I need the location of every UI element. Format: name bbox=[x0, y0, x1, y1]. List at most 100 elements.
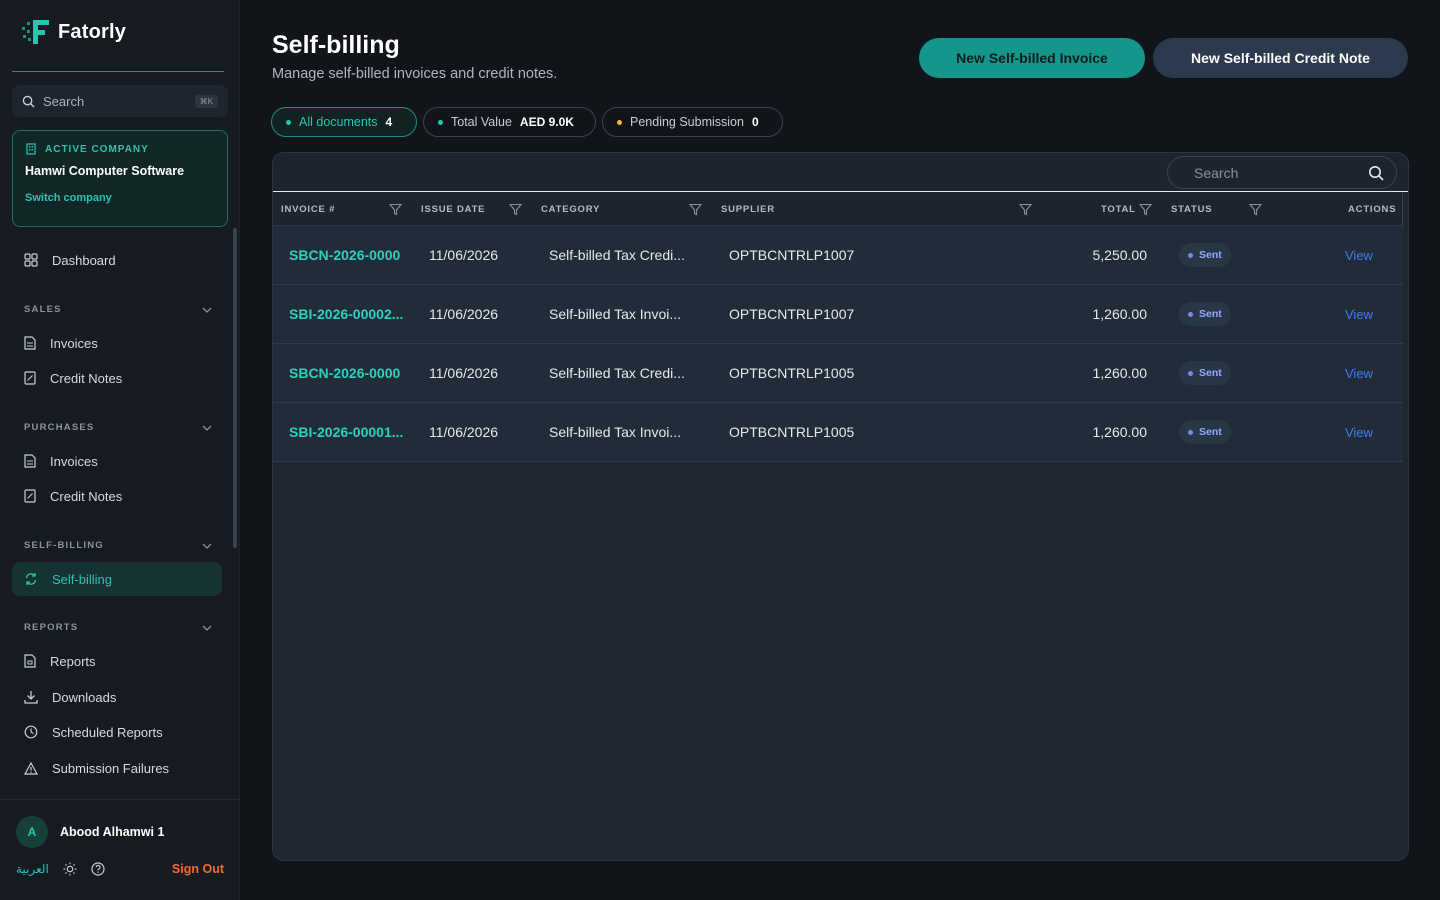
warning-icon bbox=[24, 761, 38, 775]
view-link[interactable]: View bbox=[1345, 425, 1373, 440]
sidebar-item-purchases-invoices[interactable]: Invoices bbox=[12, 444, 222, 478]
sidebar-item-reports[interactable]: Reports bbox=[12, 644, 222, 678]
view-link[interactable]: View bbox=[1345, 307, 1373, 322]
switch-company-link[interactable]: Switch company bbox=[25, 192, 215, 204]
chevron-down-icon bbox=[202, 625, 212, 631]
page-title: Self-billing bbox=[272, 31, 400, 59]
column-issue-date[interactable]: ISSUE DATE bbox=[421, 193, 485, 226]
table-row[interactable]: SBCN-2026-0000 11/06/2026 Self-billed Ta… bbox=[273, 344, 1403, 403]
filter-icon[interactable] bbox=[509, 203, 522, 216]
chip-value: AED 9.0K bbox=[519, 115, 574, 129]
chip-all-documents[interactable]: All documents 4 bbox=[271, 107, 417, 137]
status-badge: Sent bbox=[1179, 243, 1231, 267]
status-dot bbox=[1188, 429, 1193, 435]
fatorly-logo-icon bbox=[22, 20, 49, 44]
filter-icon[interactable] bbox=[1019, 203, 1032, 216]
receipt-icon bbox=[24, 371, 36, 385]
view-link-cell: View bbox=[1345, 226, 1385, 284]
column-category[interactable]: CATEGORY bbox=[541, 193, 600, 226]
section-reports-header[interactable]: REPORTS bbox=[24, 622, 212, 633]
status-dot bbox=[1188, 370, 1193, 376]
status-dot bbox=[1188, 311, 1193, 317]
category: Self-billed Tax Invoi... bbox=[549, 424, 682, 440]
user-profile[interactable]: A Abood Alhamwi 1 bbox=[16, 816, 164, 848]
sidebar-item-label: Credit Notes bbox=[50, 370, 123, 386]
sidebar-scrollbar[interactable] bbox=[233, 228, 237, 548]
sidebar-item-label: Self-billing bbox=[52, 571, 112, 587]
sidebar-search[interactable]: Search ⌘K bbox=[12, 85, 228, 117]
status-cell: Sent bbox=[1179, 226, 1259, 284]
view-link-cell: View bbox=[1345, 344, 1385, 402]
invoice-number-link[interactable]: SBCN-2026-0000 bbox=[289, 344, 415, 402]
filter-icon[interactable] bbox=[689, 203, 702, 216]
app-name: Fatorly bbox=[58, 20, 127, 43]
search-icon bbox=[22, 95, 35, 108]
supplier: OPTBCNTRLP1005 bbox=[729, 365, 855, 381]
chip-total-value[interactable]: Total Value AED 9.0K bbox=[423, 107, 596, 137]
filter-icon[interactable] bbox=[1249, 203, 1262, 216]
language-toggle[interactable]: العربية bbox=[16, 862, 49, 876]
issue-date: 11/06/2026 bbox=[429, 365, 499, 381]
invoice-number-link[interactable]: SBCN-2026-0000 bbox=[289, 226, 415, 284]
category: Self-billed Tax Credi... bbox=[549, 247, 685, 263]
download-icon bbox=[24, 691, 38, 704]
status-badge: Sent bbox=[1179, 361, 1231, 385]
sidebar-item-self-billing[interactable]: Self-billing bbox=[12, 562, 222, 596]
invoice-number-link[interactable]: SBI-2026-00001... bbox=[289, 403, 415, 461]
clock-icon bbox=[24, 725, 38, 739]
column-status[interactable]: STATUS bbox=[1171, 193, 1212, 226]
sign-out-button[interactable]: Sign Out bbox=[172, 862, 224, 876]
new-self-billed-credit-note-button[interactable]: New Self-billed Credit Note bbox=[1153, 38, 1408, 78]
column-invoice[interactable]: INVOICE # bbox=[281, 193, 335, 226]
supplier: OPTBCNTRLP1007 bbox=[729, 247, 855, 263]
table-row[interactable]: SBCN-2026-0000 11/06/2026 Self-billed Ta… bbox=[273, 226, 1403, 285]
sidebar-item-downloads[interactable]: Downloads bbox=[12, 680, 222, 714]
table-search-input[interactable]: Search bbox=[1167, 156, 1397, 189]
invoice-number-link[interactable]: SBI-2026-00002... bbox=[289, 285, 415, 343]
table-search-placeholder: Search bbox=[1194, 164, 1239, 181]
filter-icon[interactable] bbox=[389, 203, 402, 216]
section-purchases-header[interactable]: PURCHASES bbox=[24, 422, 212, 433]
category: Self-billed Tax Invoi... bbox=[549, 306, 682, 322]
filter-icon[interactable] bbox=[1139, 203, 1152, 216]
table-row[interactable]: SBI-2026-00001... 11/06/2026 Self-billed… bbox=[273, 403, 1403, 462]
total: 5,250.00 bbox=[1092, 247, 1148, 263]
issue-date: 11/06/2026 bbox=[429, 306, 499, 322]
document-icon bbox=[24, 454, 36, 468]
help-icon[interactable] bbox=[91, 862, 105, 876]
documents-table: Search INVOICE # ISSUE DATE CATEGORY SUP… bbox=[272, 152, 1409, 861]
chip-value: 0 bbox=[751, 115, 759, 129]
status-cell: Sent bbox=[1179, 344, 1259, 402]
logo-divider bbox=[12, 71, 224, 72]
new-self-billed-invoice-button[interactable]: New Self-billed Invoice bbox=[919, 38, 1145, 78]
chevron-down-icon bbox=[202, 307, 212, 313]
user-name: Abood Alhamwi 1 bbox=[60, 825, 165, 839]
document-icon bbox=[24, 336, 36, 350]
active-company-label: ACTIVE COMPANY bbox=[45, 143, 149, 155]
column-supplier[interactable]: SUPPLIER bbox=[721, 193, 775, 226]
chip-pending-submission[interactable]: Pending Submission 0 bbox=[602, 107, 783, 137]
app-logo[interactable]: Fatorly bbox=[20, 18, 126, 46]
sidebar-item-submission-failures[interactable]: Submission Failures bbox=[12, 751, 222, 785]
sidebar-item-sales-credit-notes[interactable]: Credit Notes bbox=[12, 361, 222, 395]
sun-icon[interactable] bbox=[63, 862, 77, 876]
sidebar-item-scheduled-reports[interactable]: Scheduled Reports bbox=[12, 715, 222, 749]
issue-date: 11/06/2026 bbox=[429, 247, 499, 263]
sidebar-item-label: Reports bbox=[50, 653, 96, 669]
sidebar-item-sales-invoices[interactable]: Invoices bbox=[12, 326, 222, 360]
section-sales-header[interactable]: SALES bbox=[24, 304, 212, 315]
sidebar-item-purchases-credit-notes[interactable]: Credit Notes bbox=[12, 479, 222, 513]
status-cell: Sent bbox=[1179, 403, 1259, 461]
table-row[interactable]: SBI-2026-00002... 11/06/2026 Self-billed… bbox=[273, 285, 1403, 344]
section-self-billing-header[interactable]: SELF-BILLING bbox=[24, 540, 212, 551]
chevron-down-icon bbox=[202, 425, 212, 431]
supplier: OPTBCNTRLP1007 bbox=[729, 306, 855, 322]
sidebar-item-dashboard[interactable]: Dashboard bbox=[12, 243, 222, 277]
view-link[interactable]: View bbox=[1345, 366, 1373, 381]
chip-label: Total Value bbox=[451, 115, 512, 129]
sidebar-item-label: Downloads bbox=[52, 689, 117, 705]
total: 1,260.00 bbox=[1092, 306, 1148, 322]
column-total[interactable]: TOTAL bbox=[1101, 193, 1136, 226]
status-cell: Sent bbox=[1179, 285, 1259, 343]
view-link[interactable]: View bbox=[1345, 248, 1373, 263]
